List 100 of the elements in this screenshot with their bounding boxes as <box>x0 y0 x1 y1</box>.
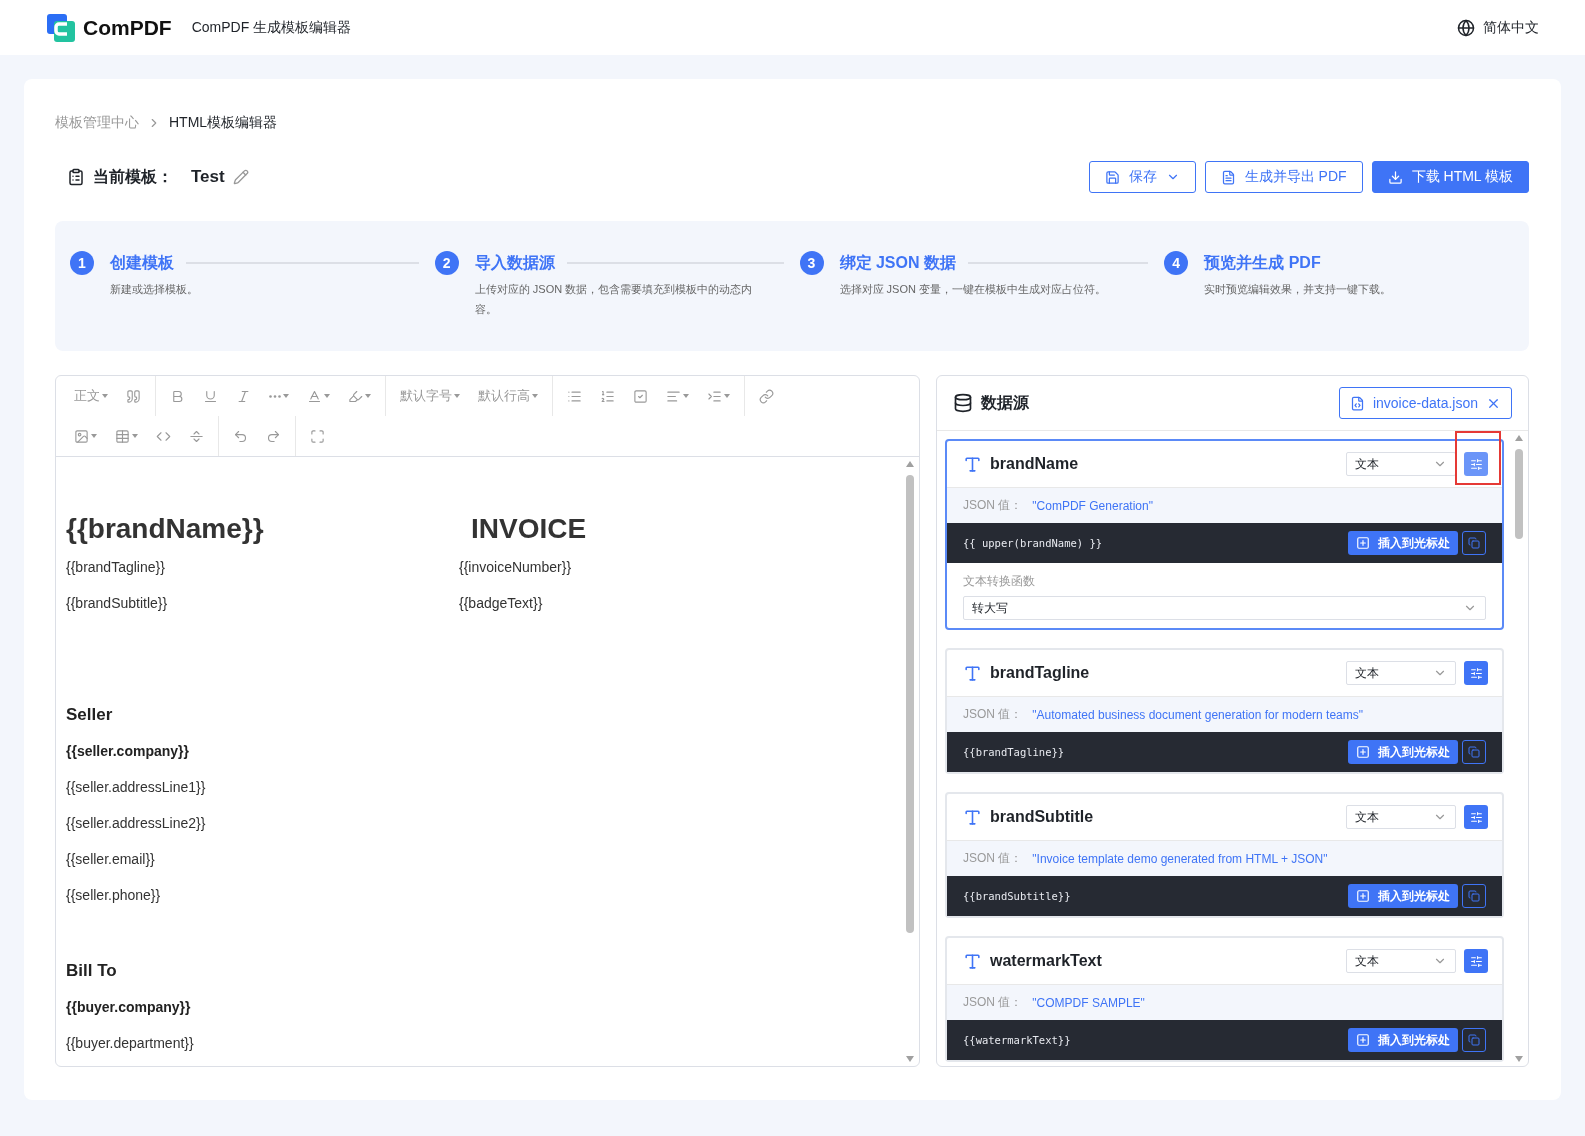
toolbar-dropdown[interactable]: 正文 <box>66 382 116 410</box>
insert-button[interactable]: 插入到光标处 <box>1348 531 1458 555</box>
download-button[interactable]: 下载 HTML 模板 <box>1371 161 1529 193</box>
table-icon <box>115 428 130 444</box>
document-text: {{seller.addressLine2}} <box>66 814 207 833</box>
document-text: {{brandName}} <box>66 512 265 546</box>
scrollbar[interactable] <box>905 461 915 1062</box>
fullscreen-icon <box>310 428 325 444</box>
edit-icon[interactable] <box>232 169 249 185</box>
bold-icon <box>170 388 185 404</box>
step-title: 导入数据源 <box>474 252 555 273</box>
value-label: JSON 值： <box>963 497 1023 514</box>
step-number: 1 <box>70 251 94 275</box>
step-number: 2 <box>434 251 459 275</box>
copy-icon <box>1468 537 1480 549</box>
copy-icon <box>1468 1034 1480 1046</box>
app-title: ComPDF 生成模板编辑器 <box>191 18 352 37</box>
copy-button[interactable] <box>1462 740 1486 764</box>
clipboard-icon <box>67 168 85 186</box>
settings-button[interactable] <box>1464 661 1488 685</box>
step-title: 绑定 JSON 数据 <box>839 252 956 273</box>
sliders-icon <box>1469 457 1483 471</box>
type-select[interactable]: 文本 <box>1346 805 1456 829</box>
field-card[interactable]: brandSubtitle 文本 JSON 值： "Invoice template demo generated from HTML + JSON" {{brandSubtitle}} 插入到光标处 <box>945 792 1504 918</box>
undo-icon <box>233 428 248 444</box>
step-number: 3 <box>799 251 824 275</box>
insert-button[interactable]: 插入到光标处 <box>1348 884 1458 908</box>
settings-button[interactable] <box>1464 805 1488 829</box>
file-tag[interactable]: invoice-data.json <box>1338 387 1512 419</box>
template-label: 当前模板： <box>93 166 173 187</box>
value-label: JSON 值： <box>963 994 1023 1011</box>
document-text: INVOICE <box>470 512 588 546</box>
quote-icon <box>126 388 141 404</box>
document-text: Bill To <box>66 960 118 982</box>
sliders-icon <box>1469 666 1483 680</box>
link-icon <box>759 388 774 404</box>
value-label: JSON 值： <box>963 850 1023 867</box>
indent-icon <box>707 388 722 404</box>
copy-button[interactable] <box>1462 1028 1486 1052</box>
step-title: 创建模板 <box>110 252 174 273</box>
text-type-icon <box>963 663 982 683</box>
plus-square-icon <box>1356 1033 1370 1047</box>
field-name: brandName <box>990 455 1079 473</box>
field-card[interactable]: brandName 文本 JSON 值： "ComPDF Generation" {{ upper(brandName) }} 插入到光标处 文本转换函数 转大写 <box>945 439 1504 630</box>
copy-button[interactable] <box>1462 531 1486 555</box>
field-name: brandSubtitle <box>990 808 1094 826</box>
globe-icon[interactable] <box>1457 18 1475 37</box>
settings-button[interactable] <box>1464 452 1488 476</box>
copy-icon <box>1468 890 1480 902</box>
document-text: Seller <box>66 704 114 726</box>
copy-button[interactable] <box>1462 884 1486 908</box>
redo-icon <box>266 428 281 444</box>
download-icon <box>1387 169 1403 185</box>
json-value: "ComPDF Generation" <box>1032 498 1153 513</box>
toolbar-dropdown[interactable]: 默认字号 <box>392 382 468 410</box>
transform-select[interactable]: 转大写 <box>963 596 1486 620</box>
field-card[interactable]: brandTagline 文本 JSON 值： "Automated business document generation for modern teams" {{brandTagline}} 插入到光标处 <box>945 648 1504 774</box>
field-name: watermarkText <box>990 952 1102 970</box>
language-link[interactable]: 简体中文 <box>1483 18 1539 37</box>
settings-button[interactable] <box>1464 949 1488 973</box>
copy-icon <box>1468 746 1480 758</box>
breadcrumb-item[interactable]: HTML模板编辑器 <box>169 114 278 132</box>
logo-text: ComPDF <box>83 15 172 40</box>
placeholder-expression: {{ upper(brandName) }} <box>963 537 1103 549</box>
text-type-icon <box>963 807 982 827</box>
underline-icon <box>203 388 218 404</box>
align-icon <box>666 388 681 404</box>
image-icon <box>74 428 89 444</box>
value-label: JSON 值： <box>963 706 1023 723</box>
document-text: {{invoiceNumber}} <box>459 558 573 577</box>
font-color-icon <box>307 388 322 404</box>
transform-label: 文本转换函数 <box>963 573 1036 590</box>
placeholder-expression: {{brandTagline}} <box>963 746 1065 758</box>
field-name: brandTagline <box>990 664 1090 682</box>
pdf-button[interactable]: 生成并导出 PDF <box>1204 161 1363 193</box>
step-description: 新建或选择模板。 <box>110 282 199 297</box>
plus-square-icon <box>1356 889 1370 903</box>
breadcrumb-item[interactable]: 模板管理中心 <box>55 114 139 132</box>
save-button[interactable]: 保存 <box>1088 161 1196 193</box>
field-card[interactable]: watermarkText 文本 JSON 值： "COMPDF SAMPLE" {{watermarkText}} 插入到光标处 <box>945 936 1504 1062</box>
save-icon <box>1104 169 1120 185</box>
json-value: "Invoice template demo generated from HTML + JSON" <box>1032 851 1328 866</box>
insert-button[interactable]: 插入到光标处 <box>1348 1028 1458 1052</box>
type-select[interactable]: 文本 <box>1346 452 1456 476</box>
pdf-icon <box>1220 169 1236 185</box>
document-text: {{buyer.company}} <box>66 998 192 1017</box>
toolbar-dropdown[interactable]: 默认行高 <box>470 382 546 410</box>
step-number: 4 <box>1164 251 1189 275</box>
divider-icon <box>189 428 204 444</box>
step-description: 上传对应的 JSON 数据，包含需要填充到模板中的动态内容。 <box>474 282 754 317</box>
italic-icon <box>236 388 251 404</box>
logo-icon <box>47 13 75 42</box>
database-icon <box>953 393 973 413</box>
document-text: {{brandTagline}} <box>66 558 166 577</box>
panel-title: 数据源 <box>981 392 1029 413</box>
insert-button[interactable]: 插入到光标处 <box>1348 740 1458 764</box>
type-select[interactable]: 文本 <box>1346 661 1456 685</box>
json-value: "Automated business document generation for modern teams" <box>1032 707 1364 722</box>
scrollbar[interactable] <box>1514 435 1524 1062</box>
type-select[interactable]: 文本 <box>1346 949 1456 973</box>
